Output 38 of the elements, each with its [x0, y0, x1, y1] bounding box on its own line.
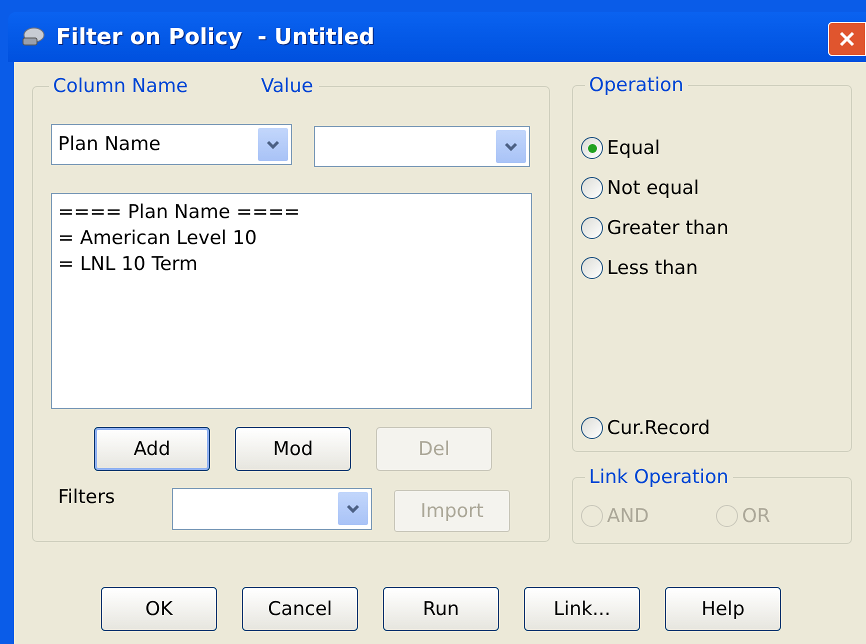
action-button[interactable]: Mod — [235, 427, 351, 471]
radio-label: Cur.Record — [607, 416, 710, 441]
close-button[interactable] — [828, 22, 866, 56]
radio-label: Equal — [607, 136, 660, 161]
radio-button[interactable] — [581, 217, 603, 239]
close-icon — [838, 30, 856, 48]
criteria-list-box[interactable]: ==== Plan Name ==== = American Level 10 = LNL 10 Term — [51, 193, 532, 409]
dialog-button[interactable]: Cancel — [242, 587, 358, 631]
radio-label: AND — [607, 504, 649, 529]
action-button[interactable]: Add — [94, 427, 210, 471]
radio-button[interactable] — [581, 137, 603, 159]
radio-option[interactable]: Greater than — [581, 208, 851, 248]
value-combobox[interactable] — [314, 126, 530, 167]
radio-option[interactable]: Equal — [581, 128, 851, 168]
radio-label: Less than — [607, 256, 698, 281]
dialog-button[interactable]: OK — [101, 587, 217, 631]
radio-option[interactable]: Less than — [581, 248, 851, 288]
list-item[interactable]: ==== Plan Name ==== — [58, 199, 531, 225]
radio-label: OR — [742, 504, 770, 529]
radio-option[interactable]: Cur.Record — [581, 408, 851, 448]
filters-combobox[interactable] — [172, 488, 372, 530]
dialog-button[interactable]: Run — [383, 587, 499, 631]
radio-button[interactable] — [581, 257, 603, 279]
window-title: Filter on Policy - Untitled — [56, 24, 375, 52]
radio-button[interactable] — [581, 417, 603, 439]
list-item[interactable]: = American Level 10 — [58, 225, 531, 251]
window-app-icon — [20, 26, 46, 48]
radio-button[interactable] — [581, 177, 603, 199]
dialog-button[interactable]: Help — [665, 587, 781, 631]
radio-label: Not equal — [607, 176, 700, 201]
list-item[interactable]: = LNL 10 Term — [58, 251, 531, 277]
radio-option[interactable]: Not equal — [581, 168, 851, 208]
filters-label: Filters — [58, 485, 116, 510]
value-label: Value — [261, 74, 314, 99]
column-name-combobox[interactable]: Plan Name — [51, 124, 292, 165]
radio-label: Greater than — [607, 216, 729, 241]
dialog-button[interactable]: Link... — [524, 587, 640, 631]
column-name-label: Column Name — [53, 74, 189, 99]
